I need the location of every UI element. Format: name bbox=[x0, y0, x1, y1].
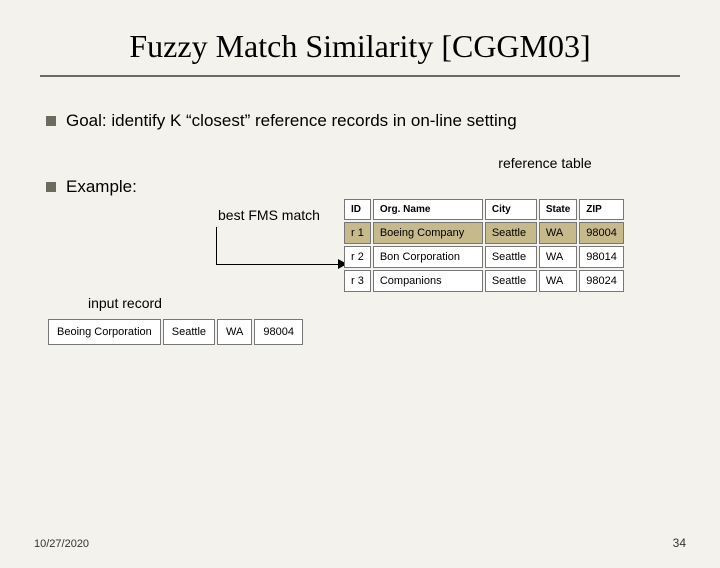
table-row: Beoing Corporation Seattle WA 98004 bbox=[48, 319, 303, 345]
col-org: Org. Name bbox=[373, 199, 483, 220]
col-id: ID bbox=[344, 199, 371, 220]
table-header-row: ID Org. Name City State ZIP bbox=[344, 199, 624, 220]
cell-state: WA bbox=[217, 319, 252, 345]
cell-id: r 1 bbox=[344, 222, 371, 244]
bullet-goal: Goal: identify K “closest” reference rec… bbox=[46, 111, 674, 131]
table-row: r 3 Companions Seattle WA 98024 bbox=[344, 270, 624, 292]
footer-page-number: 34 bbox=[673, 536, 686, 550]
slide-content: Goal: identify K “closest” reference rec… bbox=[0, 77, 720, 397]
cell-state: WA bbox=[539, 222, 577, 244]
reference-table-label: reference table bbox=[416, 155, 674, 171]
table-row: r 1 Boeing Company Seattle WA 98004 bbox=[344, 222, 624, 244]
input-record-label: input record bbox=[88, 295, 162, 311]
diagram-area: best FMS match ID Org. Name City State Z… bbox=[46, 197, 674, 397]
cell-org: Beoing Corporation bbox=[48, 319, 161, 345]
col-state: State bbox=[539, 199, 577, 220]
best-fms-match-label: best FMS match bbox=[218, 207, 320, 223]
cell-state: WA bbox=[539, 246, 577, 268]
square-bullet-icon bbox=[46, 182, 56, 192]
cell-id: r 3 bbox=[344, 270, 371, 292]
col-city: City bbox=[485, 199, 537, 220]
cell-zip: 98024 bbox=[579, 270, 624, 292]
cell-zip: 98004 bbox=[254, 319, 303, 345]
cell-city: Seattle bbox=[485, 222, 537, 244]
cell-zip: 98014 bbox=[579, 246, 624, 268]
square-bullet-icon bbox=[46, 116, 56, 126]
bullet-goal-text: Goal: identify K “closest” reference rec… bbox=[66, 111, 517, 131]
cell-state: WA bbox=[539, 270, 577, 292]
cell-city: Seattle bbox=[485, 270, 537, 292]
cell-org: Bon Corporation bbox=[373, 246, 483, 268]
cell-org: Companions bbox=[373, 270, 483, 292]
bullet-example: Example: bbox=[46, 177, 674, 197]
table-row: r 2 Bon Corporation Seattle WA 98014 bbox=[344, 246, 624, 268]
cell-city: Seattle bbox=[485, 246, 537, 268]
arrow-icon bbox=[216, 227, 346, 265]
cell-id: r 2 bbox=[344, 246, 371, 268]
title-bar: Fuzzy Match Similarity [CGGM03] bbox=[40, 28, 680, 77]
col-zip: ZIP bbox=[579, 199, 624, 220]
cell-zip: 98004 bbox=[579, 222, 624, 244]
cell-org: Boeing Company bbox=[373, 222, 483, 244]
bullet-example-text: Example: bbox=[66, 177, 137, 197]
reference-table: ID Org. Name City State ZIP r 1 Boeing C… bbox=[342, 197, 626, 294]
cell-city: Seattle bbox=[163, 319, 215, 345]
input-record-table: Beoing Corporation Seattle WA 98004 bbox=[46, 317, 305, 347]
slide-title: Fuzzy Match Similarity [CGGM03] bbox=[40, 28, 680, 65]
